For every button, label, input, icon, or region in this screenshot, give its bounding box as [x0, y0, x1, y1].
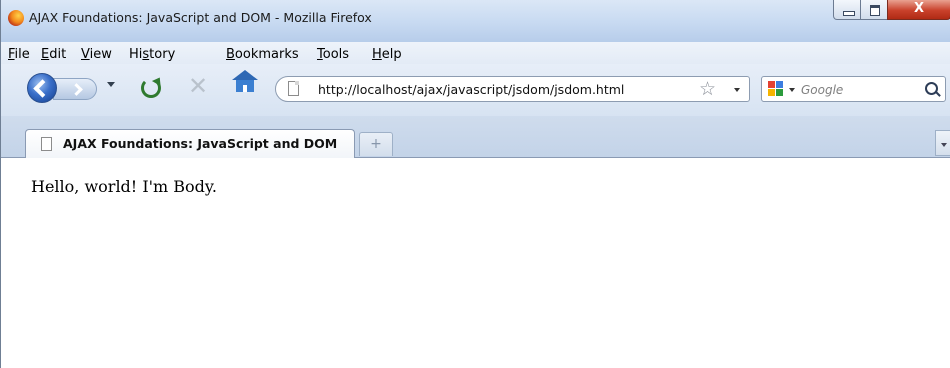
minimize-button[interactable]	[833, 0, 861, 20]
page-icon	[41, 137, 52, 151]
reload-icon[interactable]	[141, 78, 161, 98]
menu-edit[interactable]: Edit	[41, 47, 66, 62]
search-engine-dropdown-icon[interactable]	[789, 88, 795, 92]
tab-bar: AJAX Foundations: JavaScript and DOM +	[1, 116, 950, 158]
firefox-logo-icon	[8, 10, 24, 26]
search-input[interactable]	[799, 79, 923, 101]
menu-bar: File Edit View History Bookmarks Tools H…	[1, 42, 950, 64]
forward-button[interactable]	[53, 78, 97, 100]
tab-list-button[interactable]	[935, 130, 950, 156]
search-bar[interactable]	[761, 76, 946, 102]
home-icon[interactable]	[232, 70, 258, 92]
new-tab-button[interactable]: +	[359, 132, 393, 156]
url-bar[interactable]: http://localhost/ajax/javascript/jsdom/j…	[275, 76, 750, 102]
navigation-toolbar: ✕ http://localhost/ajax/javascript/jsdom…	[1, 64, 950, 116]
back-button[interactable]	[27, 73, 57, 103]
stop-icon[interactable]: ✕	[188, 74, 208, 98]
window-title: AJAX Foundations: JavaScript and DOM - M…	[29, 10, 372, 25]
bookmark-star-icon[interactable]: ☆	[699, 78, 716, 100]
tab-ajax-foundations[interactable]: AJAX Foundations: JavaScript and DOM	[25, 129, 355, 158]
menu-tools[interactable]: Tools	[317, 47, 349, 62]
url-dropdown-icon[interactable]	[734, 88, 740, 92]
browser-window: AJAX Foundations: JavaScript and DOM - M…	[0, 0, 950, 368]
url-text[interactable]: http://localhost/ajax/javascript/jsdom/j…	[318, 82, 624, 97]
maximize-button[interactable]	[860, 0, 888, 20]
menu-help[interactable]: Help	[372, 47, 402, 62]
google-icon[interactable]	[768, 81, 784, 97]
history-dropdown-icon[interactable]	[107, 82, 115, 87]
title-bar[interactable]: AJAX Foundations: JavaScript and DOM - M…	[1, 0, 950, 42]
body-text: Hello, world! I'm Body.	[31, 177, 217, 196]
magnifier-icon[interactable]	[925, 82, 938, 95]
close-button[interactable]: X	[887, 0, 950, 20]
page-content: Hello, world! I'm Body.	[1, 158, 950, 368]
menu-view[interactable]: View	[81, 47, 112, 62]
page-icon	[288, 81, 299, 96]
plus-icon: +	[370, 136, 382, 152]
menu-bookmarks[interactable]: Bookmarks	[226, 47, 299, 62]
menu-history[interactable]: History	[129, 47, 175, 62]
menu-file[interactable]: File	[8, 47, 30, 62]
tab-label: AJAX Foundations: JavaScript and DOM	[63, 136, 338, 151]
close-icon: X	[913, 1, 925, 16]
